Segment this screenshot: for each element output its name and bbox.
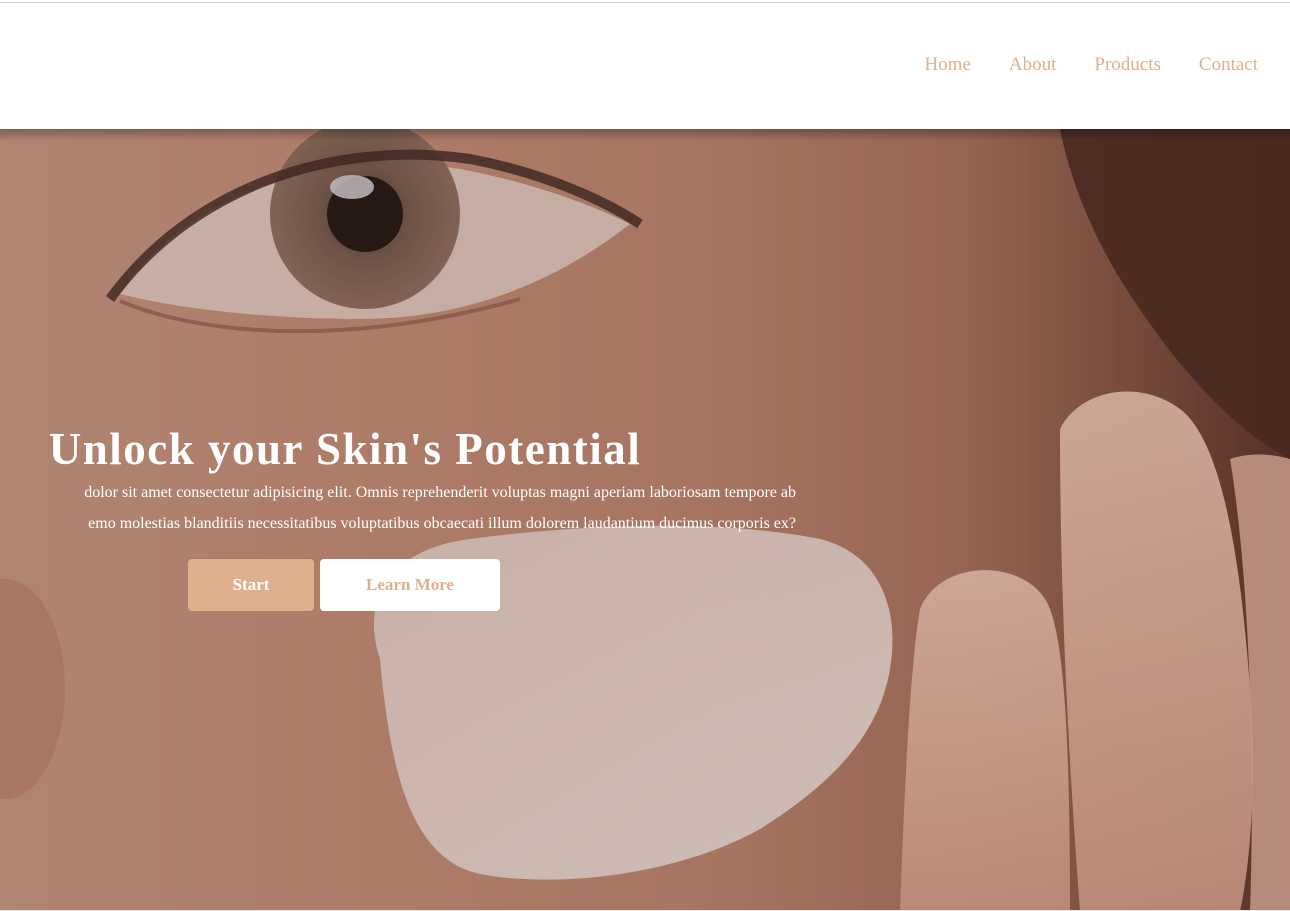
hero-description-line-1: dolor sit amet consectetur adipisicing e… — [84, 484, 796, 501]
learn-more-button[interactable]: Learn More — [320, 559, 500, 611]
nav-link-about[interactable]: About — [1009, 53, 1057, 77]
nav-link-home[interactable]: Home — [924, 53, 970, 77]
nav-menu: Home About Products Contact — [924, 53, 1258, 77]
hero-content: Unlock your Skin's Potential dolor sit a… — [0, 129, 1290, 911]
hero-description-line-2: emo molestias blanditiis necessitatibus … — [88, 515, 796, 532]
nav-link-products[interactable]: Products — [1094, 53, 1161, 77]
hero-section: Unlock your Skin's Potential dolor sit a… — [0, 129, 1290, 911]
nav-link-contact[interactable]: Contact — [1199, 53, 1258, 77]
hero-title: Unlock your Skin's Potential — [48, 424, 642, 474]
start-button[interactable]: Start — [188, 559, 314, 611]
navbar: Home About Products Contact — [0, 3, 1290, 129]
hero-description: dolor sit amet consectetur adipisicing e… — [84, 477, 796, 539]
